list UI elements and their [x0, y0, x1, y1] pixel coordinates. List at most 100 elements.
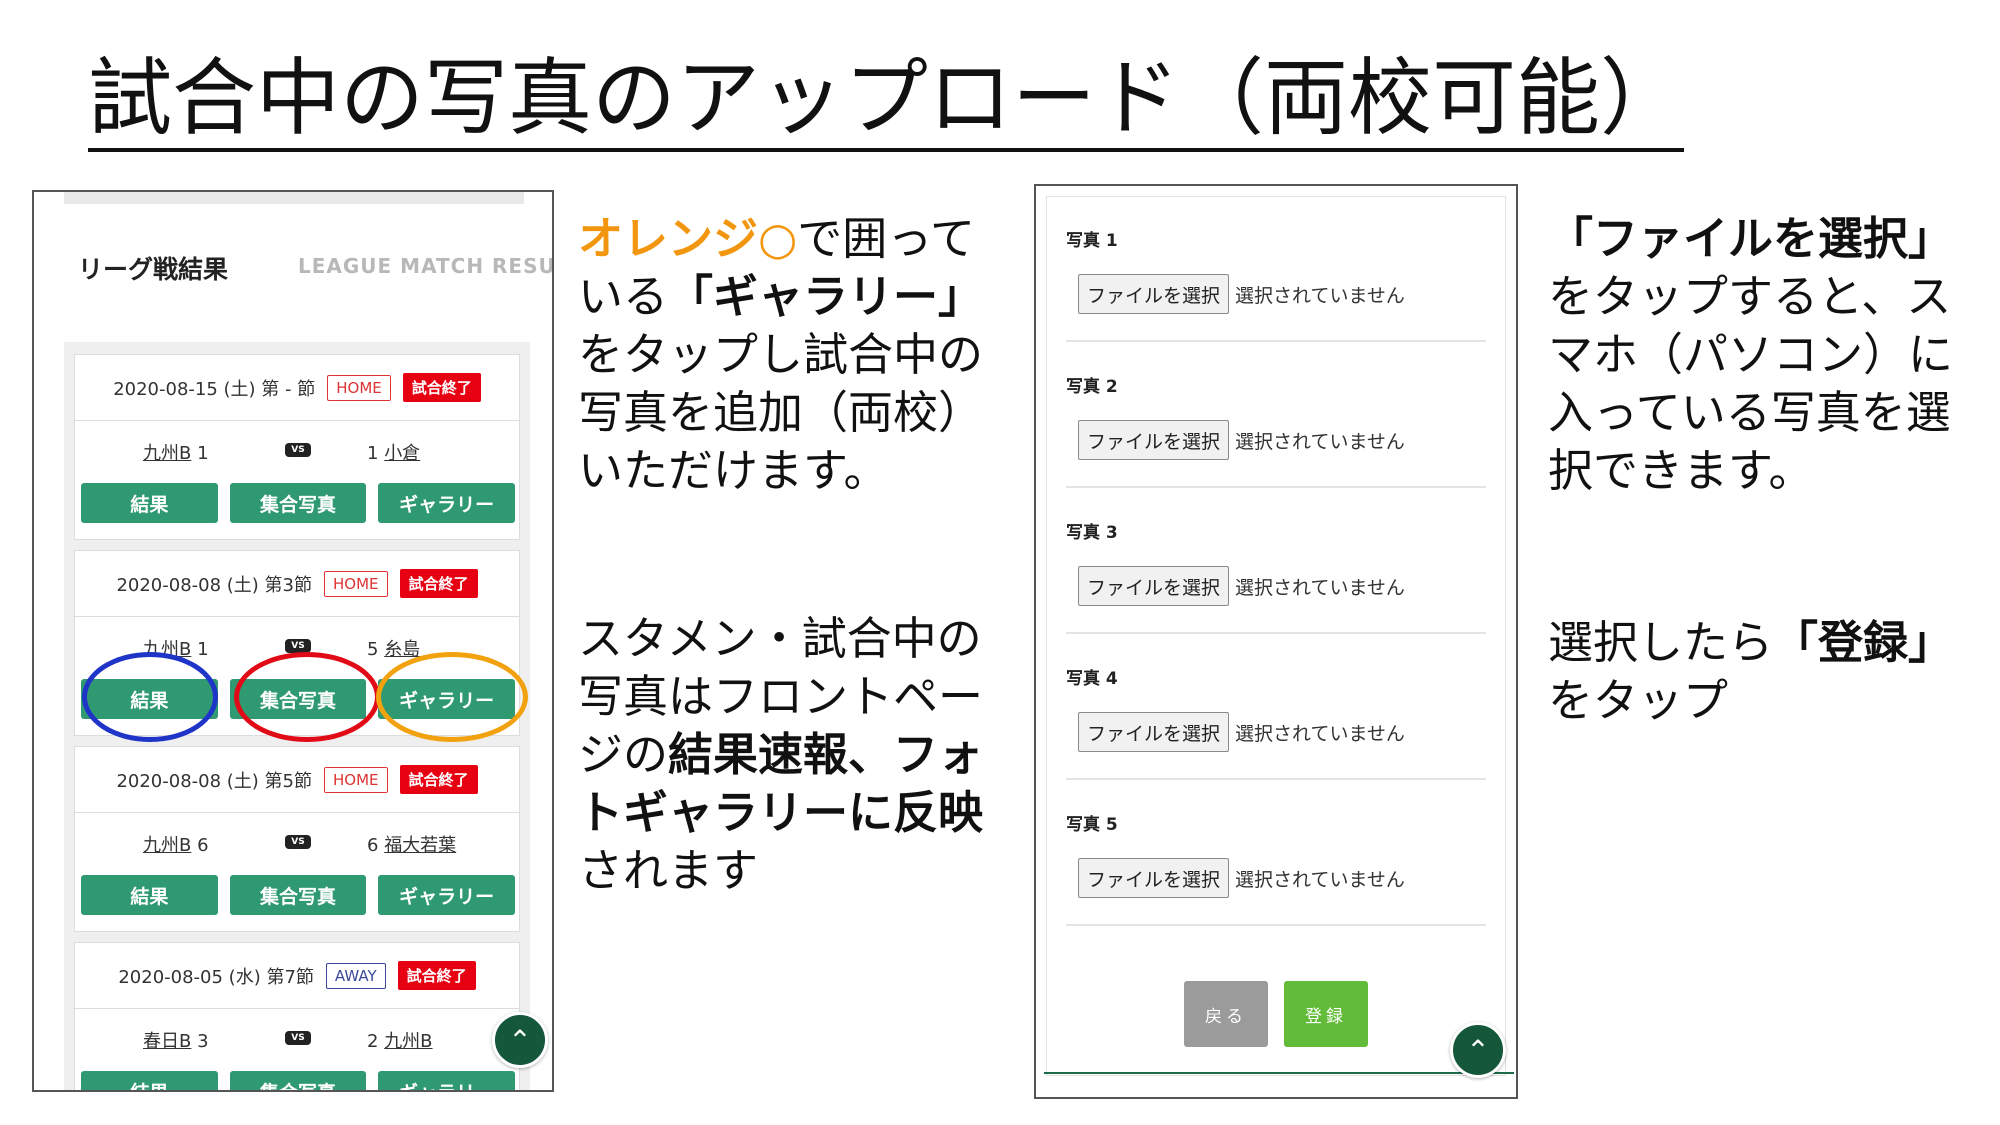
match-actions: 結果 集合写真 ギャラリー: [81, 483, 516, 523]
home-team: 九州B 1: [143, 439, 209, 465]
slide-title: 試合中の写真のアップロード（両校可能）: [88, 48, 1685, 152]
file-input-row: ファイルを選択 選択されていません: [1078, 420, 1405, 460]
file-status-text: 選択されていません: [1235, 430, 1405, 453]
league-header-title: リーグ戦結果: [78, 255, 229, 284]
result-button[interactable]: 結果: [81, 679, 218, 719]
match-actions: 結果 集合写真 ギャラリー: [81, 679, 516, 719]
match-card: 2020-08-08 (土) 第5節 HOME 試合終了 九州B 6 VS 6 …: [74, 746, 520, 932]
venue-badge: HOME: [324, 570, 388, 597]
match-date: 2020-08-08 (土) 第5節: [116, 770, 313, 792]
away-score: 5: [367, 639, 379, 660]
file-input-row: ファイルを選択 選択されていません: [1078, 566, 1405, 606]
score-row: 九州B 1 VS 1 小倉: [75, 421, 519, 477]
file-select-instruction: 「ファイルを選択」をタップすると、スマホ（パソコン）に入っている写真を選択できま…: [1548, 210, 1988, 500]
file-input-row: ファイルを選択 選択されていません: [1078, 274, 1405, 314]
match-date: 2020-08-15 (土) 第 - 節: [113, 378, 316, 400]
league-results-screenshot: リーグ戦結果 LEAGUE MATCH RESULT 2020-08-15 (土…: [32, 190, 554, 1092]
gallery-button[interactable]: ギャラリー: [378, 679, 516, 719]
status-badge: 試合終了: [402, 373, 481, 402]
chevron-up-icon[interactable]: ⌃: [1450, 1022, 1506, 1078]
photo-field: 写真 3 ファイルを選択 選択されていません: [1066, 488, 1486, 634]
away-score: 2: [367, 1031, 379, 1052]
home-score: 3: [197, 1031, 209, 1052]
score-row: 九州B 6 VS 6 福大若葉: [75, 813, 519, 869]
gallery-button[interactable]: ギャラリー: [378, 875, 516, 915]
home-score: 1: [197, 443, 209, 464]
register-instruction: 選択したら「登録」をタップ: [1548, 614, 1988, 730]
file-input-row: ファイルを選択 選択されていません: [1078, 858, 1405, 898]
venue-badge: HOME: [327, 374, 391, 401]
register-text-2: をタップ: [1548, 674, 1729, 727]
gallery-instruction: オレンジ○で囲っている「ギャラリー」をタップし試合中の写真を追加（両校）いただけ…: [578, 210, 1018, 500]
top-strip: [64, 192, 524, 204]
home-team: 九州B 1: [143, 635, 209, 661]
gallery-button[interactable]: ギャラリー: [378, 483, 516, 523]
home-score: 6: [197, 835, 209, 856]
photo-field-label: 写真 4: [1066, 669, 1118, 689]
away-team-name[interactable]: 糸島: [384, 639, 420, 660]
match-info-row: 2020-08-08 (土) 第3節 HOME 試合終了: [75, 551, 519, 617]
reflection-note: スタメン・試合中の写真はフロントページの結果速報、フォトギャラリーに反映されます: [578, 610, 1018, 900]
away-team-name[interactable]: 福大若葉: [384, 835, 456, 856]
score-row: 九州B 1 VS 5 糸島: [75, 617, 519, 673]
league-header: リーグ戦結果 LEAGUE MATCH RESULT: [78, 250, 552, 290]
away-team: 5 糸島: [367, 635, 420, 661]
group-photo-button[interactable]: 集合写真: [229, 679, 367, 719]
away-team-name[interactable]: 小倉: [384, 443, 420, 464]
away-score: 6: [367, 835, 379, 856]
status-badge: 試合終了: [397, 961, 476, 990]
register-keyword: 「登録」: [1773, 616, 1954, 669]
choose-file-button[interactable]: ファイルを選択: [1078, 566, 1230, 606]
photo-field: 写真 4 ファイルを選択 選択されていません: [1066, 634, 1486, 780]
photo-field-label: 写真 2: [1066, 377, 1118, 397]
vs-icon: VS: [285, 639, 311, 653]
group-photo-button[interactable]: 集合写真: [229, 1071, 367, 1090]
submit-button[interactable]: 登録: [1284, 981, 1368, 1047]
match-actions: 結果 集合写真 ギャラリー: [81, 1071, 516, 1090]
file-select-text: をタップすると、スマホ（パソコン）に入っている写真を選択できます。: [1548, 270, 1954, 497]
venue-badge: HOME: [324, 766, 388, 793]
back-button[interactable]: 戻る: [1184, 981, 1268, 1047]
group-photo-button[interactable]: 集合写真: [229, 483, 367, 523]
photo-field-label: 写真 5: [1066, 815, 1118, 835]
match-info-row: 2020-08-15 (土) 第 - 節 HOME 試合終了: [75, 355, 519, 421]
choose-file-button[interactable]: ファイルを選択: [1078, 274, 1230, 314]
reflection-note-text-2: されます: [578, 844, 759, 897]
file-select-keyword: 「ファイルを選択」: [1548, 212, 1954, 265]
file-status-text: 選択されていません: [1235, 576, 1405, 599]
home-team-name[interactable]: 九州B: [143, 639, 191, 660]
orange-circle-label: オレンジ○: [578, 212, 798, 265]
home-team-name[interactable]: 九州B: [143, 443, 191, 464]
home-team-name[interactable]: 九州B: [143, 835, 191, 856]
away-score: 1: [367, 443, 379, 464]
chevron-up-icon[interactable]: ⌃: [492, 1012, 548, 1068]
file-input-row: ファイルを選択 選択されていません: [1078, 712, 1405, 752]
match-card: 2020-08-08 (土) 第3節 HOME 試合終了 九州B 1 VS 5 …: [74, 550, 520, 736]
result-button[interactable]: 結果: [81, 875, 218, 915]
photo-field: 写真 2 ファイルを選択 選択されていません: [1066, 342, 1486, 488]
match-actions: 結果 集合写真 ギャラリー: [81, 875, 516, 915]
match-info-row: 2020-08-08 (土) 第5節 HOME 試合終了: [75, 747, 519, 813]
vs-icon: VS: [285, 1031, 311, 1045]
choose-file-button[interactable]: ファイルを選択: [1078, 712, 1230, 752]
home-team-name[interactable]: 春日B: [143, 1031, 191, 1052]
gallery-button[interactable]: ギャラリー: [378, 1071, 516, 1090]
choose-file-button[interactable]: ファイルを選択: [1078, 858, 1230, 898]
status-badge: 試合終了: [399, 765, 478, 794]
file-status-text: 選択されていません: [1235, 284, 1405, 307]
group-photo-button[interactable]: 集合写真: [229, 875, 367, 915]
photo-field-label: 写真 1: [1066, 231, 1118, 251]
vs-icon: VS: [285, 443, 311, 457]
match-card: 2020-08-15 (土) 第 - 節 HOME 試合終了 九州B 1 VS …: [74, 354, 520, 540]
file-status-text: 選択されていません: [1235, 868, 1405, 891]
photo-upload-form-screenshot: 写真 1 ファイルを選択 選択されていません 写真 2 ファイルを選択 選択され…: [1034, 184, 1518, 1099]
result-button[interactable]: 結果: [81, 483, 218, 523]
match-date: 2020-08-08 (土) 第3節: [116, 574, 313, 596]
away-team-name[interactable]: 九州B: [384, 1031, 432, 1052]
photo-field: 写真 5 ファイルを選択 選択されていません: [1066, 780, 1486, 926]
home-team: 九州B 6: [143, 831, 209, 857]
result-button[interactable]: 結果: [81, 1071, 218, 1090]
photo-field: 写真 1 ファイルを選択 選択されていません: [1066, 196, 1486, 342]
home-score: 1: [197, 639, 209, 660]
choose-file-button[interactable]: ファイルを選択: [1078, 420, 1230, 460]
